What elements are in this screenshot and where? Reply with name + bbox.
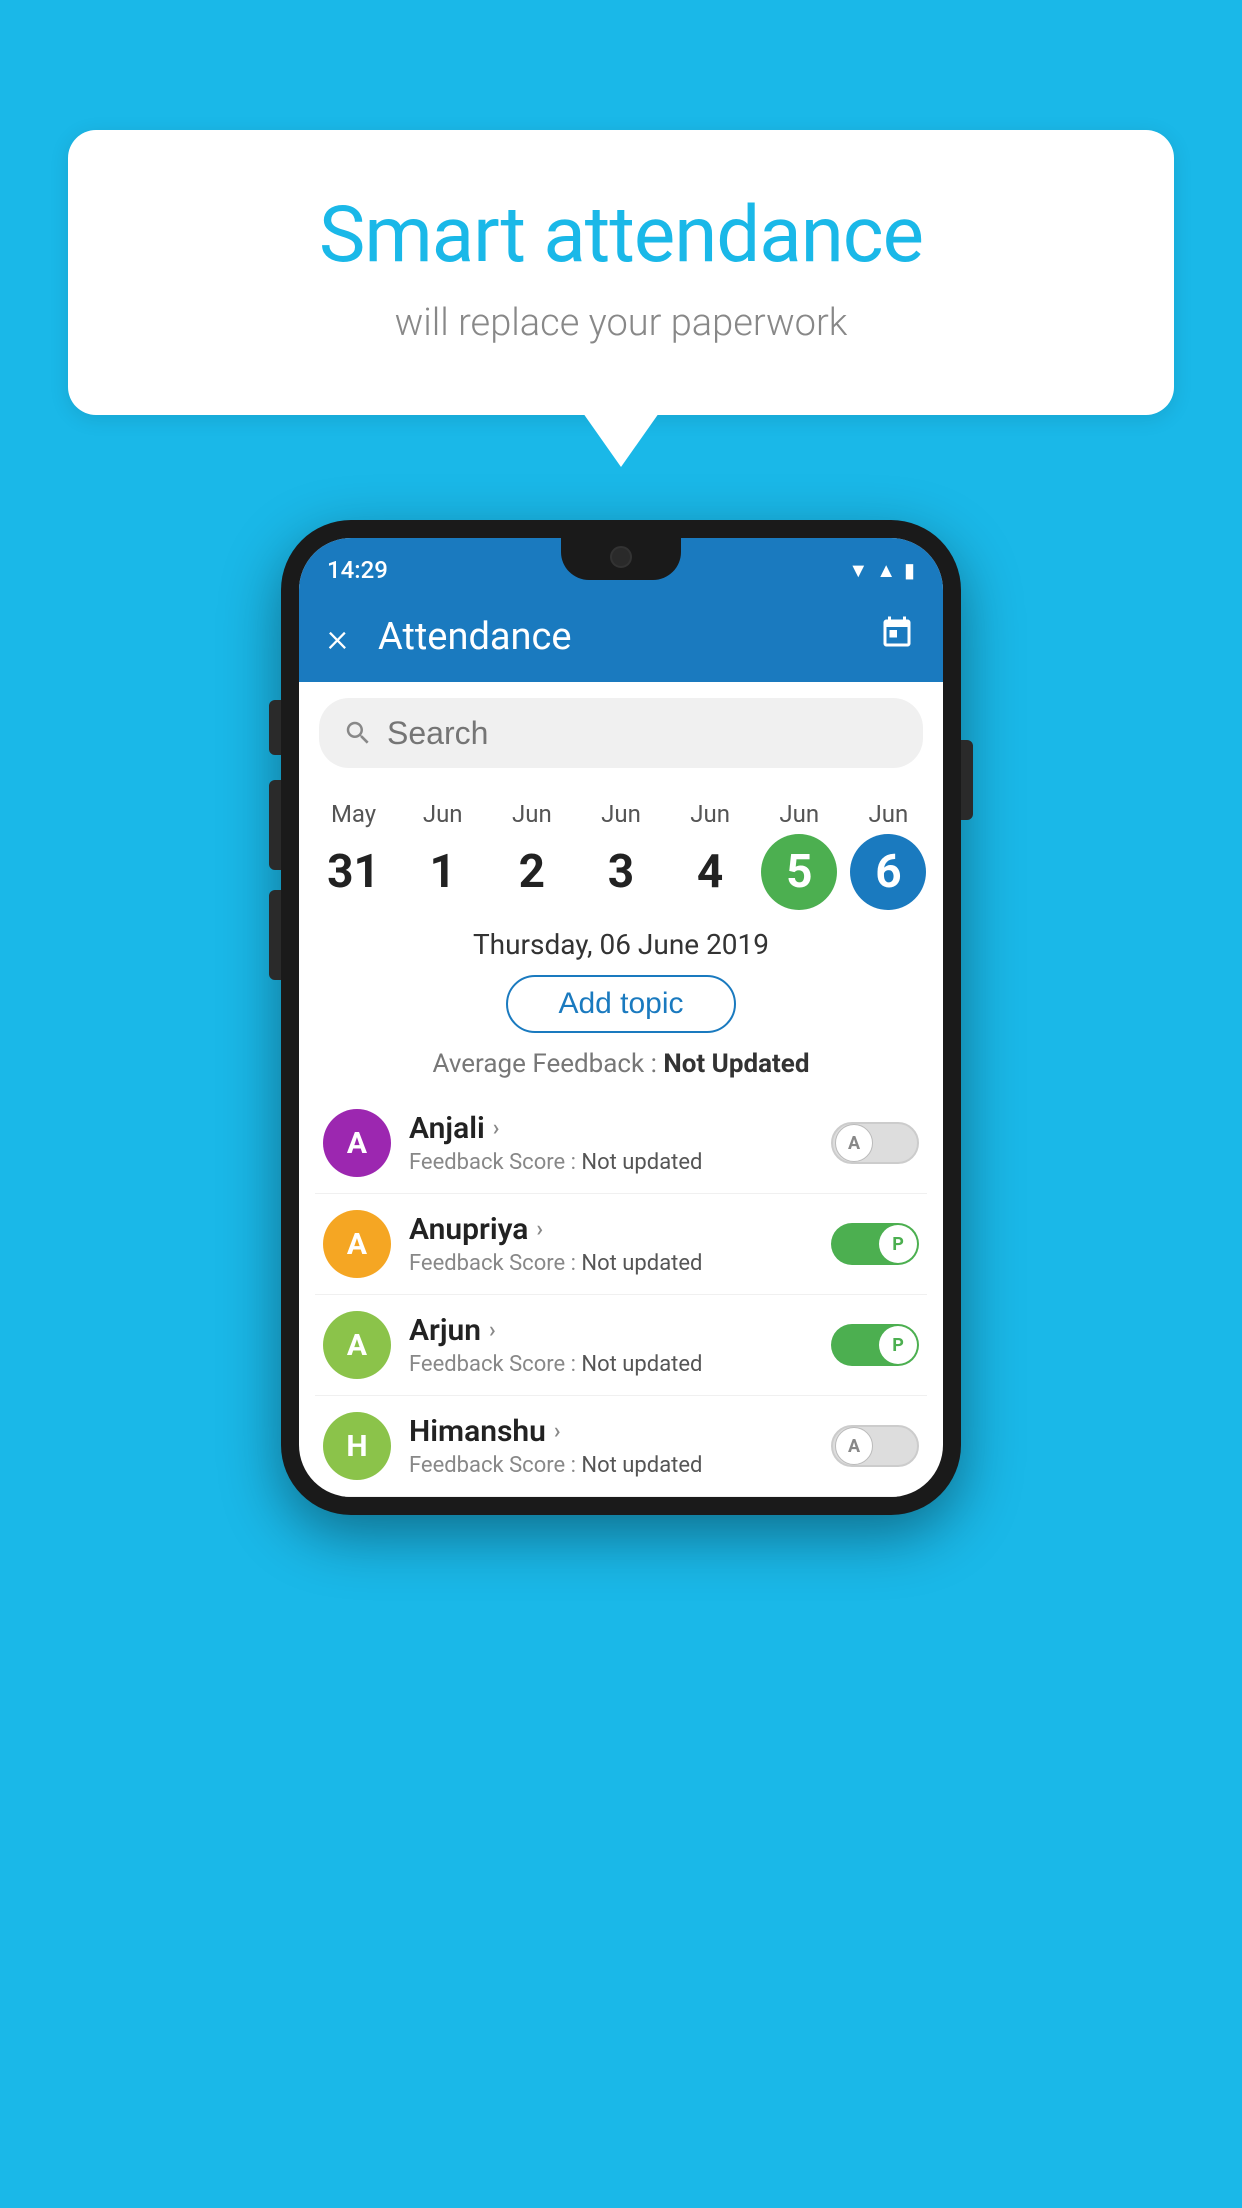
volume-down-button — [269, 890, 281, 980]
add-topic-button[interactable]: Add topic — [506, 975, 735, 1033]
date-number[interactable]: 31 — [316, 834, 392, 910]
student-name-text: Arjun — [409, 1313, 481, 1348]
app-bar: × Attendance — [299, 592, 943, 682]
date-month: Jun — [690, 800, 730, 828]
student-info: Anupriya › Feedback Score : Not updated — [409, 1212, 813, 1276]
feedback-value: Not updated — [581, 1251, 702, 1276]
date-col[interactable]: Jun 4 — [670, 800, 750, 910]
search-icon — [343, 718, 373, 748]
phone-notch — [561, 538, 681, 580]
feedback-label: Feedback Score : — [409, 1150, 581, 1175]
silent-button — [269, 700, 281, 755]
attendance-toggle[interactable]: A — [831, 1122, 919, 1164]
date-month: Jun — [779, 800, 819, 828]
student-row[interactable]: A Arjun › Feedback Score : Not updated P — [315, 1295, 927, 1396]
avg-feedback-value: Not Updated — [663, 1049, 809, 1079]
avg-feedback-label: Average Feedback : — [433, 1049, 664, 1079]
student-avatar: A — [323, 1210, 391, 1278]
bubble-subtitle: will replace your paperwork — [118, 301, 1124, 345]
student-list: AAnjali›Feedback Score : Not updatedAAAn… — [299, 1093, 943, 1497]
date-number[interactable]: 2 — [494, 834, 570, 910]
avg-feedback: Average Feedback : Not Updated — [299, 1049, 943, 1093]
student-name-text: Anjali — [409, 1111, 485, 1146]
student-avatar: A — [323, 1311, 391, 1379]
close-button[interactable]: × — [327, 614, 348, 661]
app-bar-title: Attendance — [378, 615, 849, 659]
bubble-title: Smart attendance — [118, 190, 1124, 281]
toggle-knob: P — [879, 1326, 917, 1364]
selected-date-label: Thursday, 06 June 2019 — [299, 918, 943, 975]
feedback-value: Not updated — [581, 1453, 702, 1478]
student-avatar: H — [323, 1412, 391, 1480]
date-number[interactable]: 1 — [405, 834, 481, 910]
chevron-icon: › — [489, 1318, 496, 1343]
date-month: Jun — [512, 800, 552, 828]
search-bar — [319, 698, 923, 768]
date-col[interactable]: Jun 3 — [581, 800, 661, 910]
wifi-icon: ▼ — [848, 558, 868, 583]
student-name: Arjun › — [409, 1313, 813, 1348]
student-feedback: Feedback Score : Not updated — [409, 1150, 813, 1175]
student-feedback: Feedback Score : Not updated — [409, 1251, 813, 1276]
student-feedback: Feedback Score : Not updated — [409, 1352, 813, 1377]
attendance-toggle[interactable]: P — [831, 1223, 919, 1265]
date-number[interactable]: 3 — [583, 834, 659, 910]
date-col[interactable]: May 31 — [314, 800, 394, 910]
attendance-toggle[interactable]: A — [831, 1425, 919, 1467]
student-name: Himanshu › — [409, 1414, 813, 1449]
feedback-value: Not updated — [581, 1352, 702, 1377]
feedback-label: Feedback Score : — [409, 1352, 581, 1377]
phone-camera — [610, 546, 632, 568]
phone-wrapper: 14:29 ▼ ▲ ▮ × Attendance — [281, 520, 961, 1515]
student-row[interactable]: A Anupriya › Feedback Score : Not updated P — [315, 1194, 927, 1295]
student-name: Anupriya › — [409, 1212, 813, 1247]
student-info: Himanshu › Feedback Score : Not updated — [409, 1414, 813, 1478]
search-input[interactable] — [387, 715, 899, 752]
date-col[interactable]: Jun 5 — [759, 800, 839, 910]
student-feedback: Feedback Score : Not updated — [409, 1453, 813, 1478]
student-name-text: Himanshu — [409, 1414, 546, 1449]
student-info: Arjun › Feedback Score : Not updated — [409, 1313, 813, 1377]
power-button — [961, 740, 973, 820]
toggle-knob: P — [879, 1225, 917, 1263]
student-avatar: A — [323, 1109, 391, 1177]
date-month: May — [331, 800, 376, 828]
signal-icon: ▲ — [876, 558, 896, 583]
student-row[interactable]: A Anjali › Feedback Score : Not updated A — [315, 1093, 927, 1194]
date-month: Jun — [869, 800, 909, 828]
calendar-icon[interactable] — [879, 615, 915, 660]
date-col[interactable]: Jun 2 — [492, 800, 572, 910]
toggle-knob: A — [835, 1124, 873, 1162]
student-name: Anjali › — [409, 1111, 813, 1146]
student-info: Anjali › Feedback Score : Not updated — [409, 1111, 813, 1175]
status-time: 14:29 — [327, 556, 388, 584]
date-col[interactable]: Jun 1 — [403, 800, 483, 910]
date-number[interactable]: 6 — [850, 834, 926, 910]
chevron-icon: › — [493, 1116, 500, 1141]
date-month: Jun — [601, 800, 641, 828]
battery-icon: ▮ — [904, 558, 915, 582]
toggle-knob: A — [835, 1427, 873, 1465]
date-number[interactable]: 4 — [672, 834, 748, 910]
phone-frame: 14:29 ▼ ▲ ▮ × Attendance — [281, 520, 961, 1515]
speech-bubble-wrapper: Smart attendance will replace your paper… — [68, 130, 1174, 415]
attendance-toggle[interactable]: P — [831, 1324, 919, 1366]
date-number[interactable]: 5 — [761, 834, 837, 910]
date-month: Jun — [423, 800, 463, 828]
feedback-label: Feedback Score : — [409, 1251, 581, 1276]
student-row[interactable]: H Himanshu › Feedback Score : Not updated A — [315, 1396, 927, 1497]
date-strip: May 31 Jun 1 Jun 2 Jun 3 Jun 4 Jun 5 Jun 6 — [299, 784, 943, 918]
chevron-icon: › — [536, 1217, 543, 1242]
feedback-value: Not updated — [581, 1150, 702, 1175]
date-col[interactable]: Jun 6 — [848, 800, 928, 910]
status-icons: ▼ ▲ ▮ — [848, 558, 915, 583]
volume-up-button — [269, 780, 281, 870]
feedback-label: Feedback Score : — [409, 1453, 581, 1478]
speech-bubble: Smart attendance will replace your paper… — [68, 130, 1174, 415]
student-name-text: Anupriya — [409, 1212, 528, 1247]
chevron-icon: › — [554, 1419, 561, 1444]
phone-screen: 14:29 ▼ ▲ ▮ × Attendance — [299, 538, 943, 1497]
